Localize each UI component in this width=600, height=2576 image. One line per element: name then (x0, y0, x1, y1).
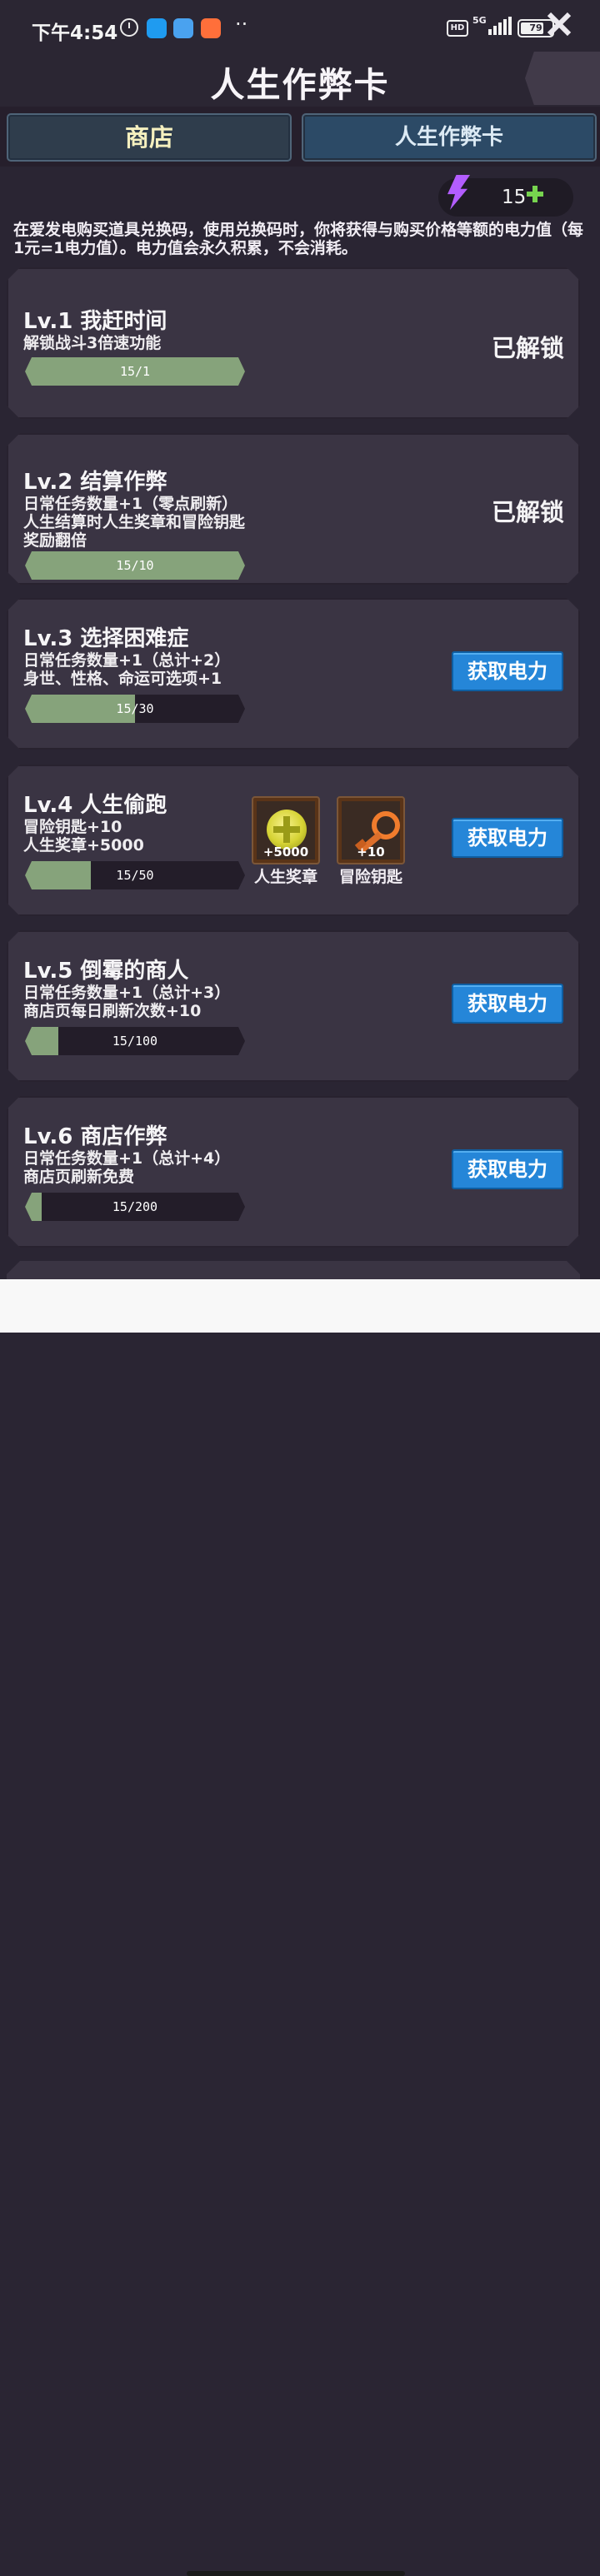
unlocked-status: 已解锁 (492, 334, 565, 362)
weather-app-icon (173, 18, 193, 38)
get-power-button[interactable]: 获取电力 (452, 1149, 563, 1189)
cheat-card-5: Lv.5 倒霉的商人 日常任务数量+1（总计+3） 商店页每日刷新次数+10 15/… (7, 930, 580, 1082)
unlocked-status: 已解锁 (492, 498, 565, 526)
reward-label: 冒险钥匙 (338, 868, 402, 886)
network-type-label: 5G (472, 15, 487, 26)
reward-item[interactable]: +5000 (252, 796, 320, 864)
card-description: 日常任务数量+1（总计+4） 商店页刷新免费 (23, 1149, 231, 1186)
get-power-button-label: 获取电力 (468, 826, 548, 850)
card-description: 日常任务数量+1（总计+2） 身世、性格、命运可选项+1 (23, 651, 231, 688)
card-title: Lv.4 人生偷跑 (23, 793, 168, 818)
energy-balance: 15 (438, 175, 573, 217)
progress-bar: 15/200 (25, 1193, 245, 1221)
close-icon[interactable] (544, 10, 572, 38)
progress-bar: 15/50 (25, 861, 245, 889)
progress-text: 15/50 (116, 868, 154, 883)
card-description: 日常任务数量+1（总计+3） 商店页每日刷新次数+10 (23, 984, 231, 1020)
energy-value: 15 (502, 187, 527, 208)
alarm-icon (120, 18, 138, 37)
signal-strength-icon (488, 17, 513, 35)
card-description: 解锁战斗3倍速功能 (23, 334, 162, 352)
status-bar: 下午4:54 ·· HD 5G 79 (0, 0, 600, 52)
card-title: Lv.6 商店作弊 (23, 1124, 168, 1149)
cheat-card-1: Lv.1 我赶时间 解锁战斗3倍速功能 15/1 已解锁 (7, 267, 580, 419)
progress-bar: 15/30 (25, 695, 245, 723)
cheat-card-4: Lv.4 人生偷跑 冒险钥匙+10 人生奖章+5000 15/50 获取电力 +5000… (7, 765, 580, 916)
get-power-button[interactable]: 获取电力 (452, 651, 563, 691)
page-title: 人生作弊卡 (210, 65, 390, 105)
card-description: 日常任务数量+1（零点刷新） 人生结算时人生奖章和冒险钥匙奖励翻倍 (23, 495, 246, 550)
cheat-card-3: Lv.3 选择困难症 日常任务数量+1（总计+2） 身世、性格、命运可选项+1 15… (7, 598, 580, 750)
tab-bar: 商店 人生作弊卡 (0, 107, 600, 167)
card-description: 冒险钥匙+10 人生奖章+5000 (23, 818, 144, 855)
progress-bar: 15/1 (25, 357, 245, 386)
navigation-bar (0, 1279, 600, 2576)
get-power-button-label: 获取电力 (468, 992, 548, 1015)
close-button[interactable] (525, 52, 600, 105)
card-title: Lv.1 我赶时间 (23, 309, 168, 334)
get-power-button-label: 获取电力 (468, 660, 548, 683)
reward-item[interactable]: +10 (337, 796, 405, 864)
tab-cheat-card[interactable]: 人生作弊卡 (302, 113, 597, 162)
message-app-icon (201, 18, 221, 38)
tab-cheat-card-label: 人生作弊卡 (394, 125, 503, 150)
progress-text: 15/200 (112, 1199, 158, 1214)
medal-icon (267, 810, 307, 850)
intro-text: 在爱发电购买道具兑换码，使用兑换码时，你将获得与购买价格等额的电力值（每1元=1… (13, 221, 584, 257)
card-title: Lv.3 选择困难症 (23, 626, 189, 651)
card-title: Lv.5 倒霉的商人 (23, 959, 189, 984)
hd-icon: HD (447, 20, 468, 37)
get-power-button[interactable]: 获取电力 (452, 984, 563, 1024)
more-notifications-icon: ·· (235, 12, 248, 36)
cheat-card-6: Lv.6 商店作弊 日常任务数量+1（总计+4） 商店页刷新免费 15/200 获取电… (7, 1096, 580, 1248)
card-title: Lv.2 结算作弊 (23, 470, 168, 495)
progress-text: 15/10 (116, 558, 154, 573)
add-energy-icon[interactable] (527, 186, 543, 202)
home-indicator[interactable] (187, 2571, 405, 2576)
tab-shop[interactable]: 商店 (7, 113, 292, 162)
progress-bar: 15/100 (25, 1027, 245, 1055)
tab-shop-label: 商店 (124, 123, 173, 152)
progress-bar: 15/10 (25, 551, 245, 580)
title-bar: 人生作弊卡 (0, 52, 600, 107)
reward-count: +10 (357, 845, 385, 859)
get-power-button-label: 获取电力 (468, 1158, 548, 1181)
lightning-icon (448, 175, 470, 210)
progress-text: 15/1 (119, 364, 151, 379)
notification-app-icon (147, 18, 167, 38)
status-time: 下午4:54 (32, 22, 118, 44)
progress-text: 15/100 (112, 1034, 158, 1049)
reward-count: +5000 (262, 845, 309, 859)
get-power-button[interactable]: 获取电力 (452, 818, 563, 858)
progress-text: 15/30 (116, 701, 154, 716)
cheat-card-2: Lv.2 结算作弊 日常任务数量+1（零点刷新） 人生结算时人生奖章和冒险钥匙奖励… (7, 433, 580, 585)
